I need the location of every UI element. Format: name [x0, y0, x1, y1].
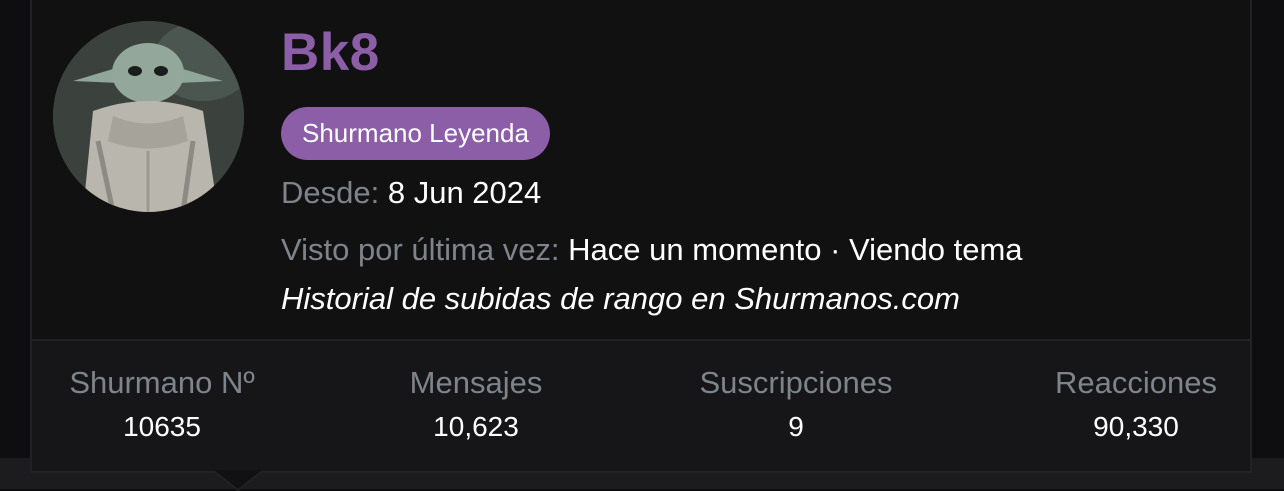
member-tooltip-card: Bk8 Shurmano Leyenda Desde: 8 Jun 2024 V…	[30, 0, 1252, 473]
last-seen-value[interactable]: Hace un momento · Viendo tema	[568, 232, 1022, 267]
stat-value: 10635	[123, 411, 201, 442]
stat-label: Shurmano Nº	[69, 365, 255, 400]
last-seen-label: Visto por última vez:	[281, 232, 560, 267]
stat-member-number: Shurmano Nº 10635	[53, 365, 271, 443]
username[interactable]: Bk8	[281, 22, 380, 83]
stat-label: Reacciones	[1055, 365, 1217, 400]
stat-reactions[interactable]: Reacciones 90,330	[1038, 365, 1234, 443]
stat-value: 9	[788, 411, 804, 442]
stat-subscriptions[interactable]: Suscripciones 9	[676, 365, 916, 443]
stat-label: Mensajes	[409, 365, 543, 400]
stat-value: 90,330	[1093, 411, 1179, 442]
stats-bar: Shurmano Nº 10635 Mensajes 10,623 Suscri…	[32, 341, 1250, 471]
user-avatar[interactable]	[53, 21, 244, 212]
joined-label: Desde:	[281, 175, 380, 210]
stat-messages[interactable]: Mensajes 10,623	[386, 365, 566, 443]
joined-line: Desde: 8 Jun 2024	[281, 175, 541, 211]
stat-value: 10,623	[433, 411, 519, 442]
joined-date: 8 Jun 2024	[387, 175, 542, 210]
avatar-image	[53, 21, 244, 212]
tooltip-pointer	[214, 470, 262, 489]
stat-label: Suscripciones	[699, 365, 893, 400]
last-seen-line: Visto por última vez: Hace un momento · …	[281, 232, 1023, 268]
rank-badge: Shurmano Leyenda	[281, 107, 550, 160]
rank-history-link[interactable]: Historial de subidas de rango en Shurman…	[281, 281, 960, 317]
